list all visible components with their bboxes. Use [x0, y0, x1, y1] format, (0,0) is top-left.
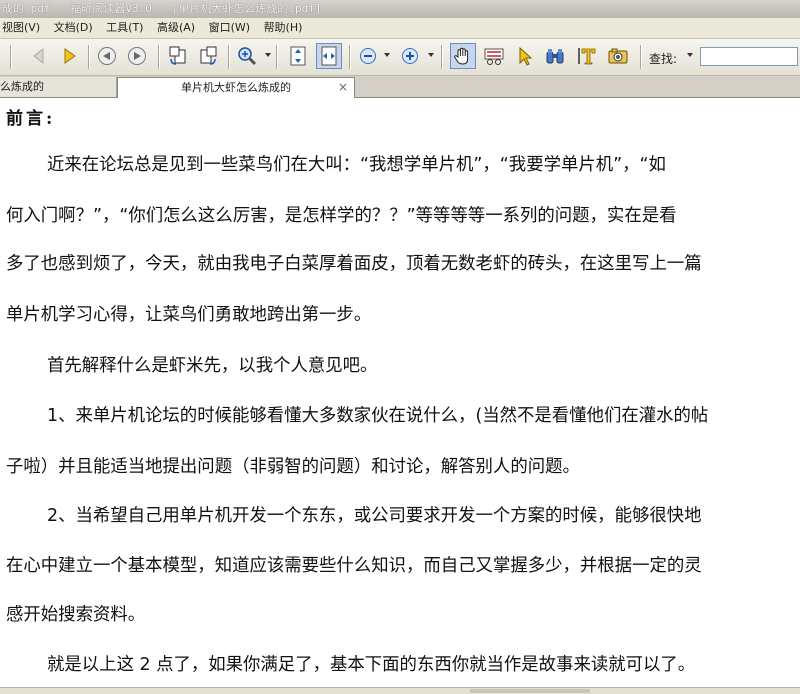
- menu-document[interactable]: 文档(D): [54, 18, 93, 38]
- tab-current-document[interactable]: 单片机大虾怎么炼成的 ×: [117, 77, 355, 98]
- fit-width-button[interactable]: [316, 43, 342, 69]
- zoom-in-magnifier-icon: [238, 47, 257, 66]
- zoom-level-dropdown[interactable]: [384, 53, 390, 57]
- toolbar: 查找:: [0, 39, 800, 76]
- preface-heading: 前言:: [6, 109, 56, 129]
- window-title: 成的.pdf - 福昕阅读器V3.0 - [单片机大虾怎么炼成的.pdf]: [2, 2, 322, 15]
- paragraph-line: 在心中建立一个基本模型，知道应该需要些什么知识，而自己又掌握多少，并根据一定的灵: [6, 556, 702, 576]
- back-arrow-icon: [98, 47, 116, 65]
- zoom-in-dropdown[interactable]: [428, 53, 434, 57]
- find-button[interactable]: [542, 43, 568, 69]
- toolbar-separator: [276, 45, 278, 69]
- tab-label: 单片机大虾怎么炼成的: [181, 81, 291, 94]
- search-label: 查找:: [649, 52, 678, 66]
- paragraph-line: 首先解释什么是虾米先，以我个人意见吧。: [47, 356, 378, 376]
- tab-previous-document[interactable]: 么炼成的: [0, 77, 117, 97]
- toolbar-separator: [228, 45, 230, 69]
- next-page-button[interactable]: [56, 43, 82, 69]
- title-bar: 成的.pdf - 福昕阅读器V3.0 - [单片机大虾怎么炼成的.pdf]: [0, 0, 800, 18]
- paragraph-line: 多了也感到烦了，今天，就由我电子白菜厚着面皮，顶着无数老虾的砖头，在这里写上一篇: [6, 254, 702, 274]
- select-text-icon: [484, 48, 504, 65]
- binoculars-icon: [546, 49, 564, 64]
- zoom-tool-dropdown[interactable]: [265, 53, 271, 57]
- text-tool-icon: [578, 48, 596, 65]
- search-options-dropdown[interactable]: [687, 53, 693, 57]
- snapshot-select-button[interactable]: [481, 43, 507, 69]
- hand-tool-button[interactable]: [450, 43, 476, 69]
- rotate-page-right-icon: [200, 46, 217, 65]
- menu-advanced[interactable]: 高级(A): [157, 18, 195, 38]
- toolbar-separator: [441, 45, 443, 69]
- fit-page-button[interactable]: [285, 43, 311, 69]
- typewriter-button[interactable]: [574, 43, 600, 69]
- zoom-out-icon: [360, 48, 376, 64]
- rotate-right-button[interactable]: [195, 43, 221, 69]
- menu-window[interactable]: 窗口(W): [209, 18, 250, 38]
- toolbar-separator: [349, 45, 351, 69]
- toolbar-separator: [158, 45, 160, 69]
- next-page-icon: [64, 48, 76, 64]
- select-annotation-button[interactable]: [512, 43, 538, 69]
- go-forward-button[interactable]: [124, 43, 150, 69]
- menu-tools[interactable]: 工具(T): [106, 18, 143, 38]
- paragraph-line: 就是以上这 2 点了，如果你满足了，基本下面的东西你就当作是故事来读就可以了。: [47, 655, 696, 675]
- tab-label: 么炼成的: [0, 80, 44, 93]
- hand-icon: [454, 47, 469, 65]
- paragraph-line: 子啦）并且能适当地提出问题（非弱智的问题）和讨论，解答别人的问题。: [6, 457, 580, 477]
- close-tab-icon[interactable]: ×: [338, 78, 348, 97]
- document-tab-bar: 么炼成的 单片机大虾怎么炼成的 ×: [0, 76, 800, 98]
- paragraph-line: 2、当希望自己用单片机开发一个东东，或公司要求开发一个方案的时候，能够很快地: [47, 506, 702, 526]
- rotate-page-left-icon: [169, 46, 186, 65]
- paragraph-line: 1、来单片机论坛的时候能够看懂大多数家伙在说什么，(当然不是看懂他们在灌水的帖: [47, 406, 709, 426]
- pointer-arrow-icon: [519, 46, 533, 66]
- scrollbar-thumb[interactable]: [470, 689, 590, 693]
- camera-icon: [608, 48, 628, 64]
- snapshot-button[interactable]: [605, 43, 631, 69]
- fit-page-icon: [290, 46, 306, 66]
- first-page-icon: [33, 47, 44, 65]
- go-back-button[interactable]: [94, 43, 120, 69]
- paragraph-line: 近来在论坛总是见到一些菜鸟们在大叫：“我想学单片机”，“我要学单片机”，“如: [47, 155, 666, 175]
- toolbar-separator: [88, 45, 90, 69]
- zoom-out-button[interactable]: [355, 43, 381, 69]
- rotate-left-button[interactable]: [165, 43, 191, 69]
- zoom-tool-button[interactable]: [234, 43, 260, 69]
- document-page[interactable]: 前言: 近来在论坛总是见到一些菜鸟们在大叫：“我想学单片机”，“我要学单片机”，…: [0, 98, 800, 693]
- paragraph-line: 何入门啊？”，“你们怎么这么厉害，是怎样学的？？”等等等等一系列的问题，实在是看: [6, 206, 677, 226]
- paragraph-line: 单片机学习心得，让菜鸟们勇敢地跨出第一步。: [6, 305, 372, 325]
- menu-view[interactable]: 视图(V): [2, 18, 40, 38]
- first-page-button[interactable]: [26, 43, 52, 69]
- zoom-in-icon: [402, 48, 418, 64]
- forward-arrow-icon: [128, 47, 146, 65]
- menu-help[interactable]: 帮助(H): [264, 18, 303, 38]
- search-input[interactable]: [700, 47, 798, 66]
- toolbar-separator: [640, 45, 642, 69]
- menu-bar: 视图(V) 文档(D) 工具(T) 高级(A) 窗口(W) 帮助(H): [0, 18, 800, 39]
- toolbar-separator: [10, 45, 12, 69]
- fit-width-icon: [321, 46, 337, 66]
- paragraph-line: 感开始搜索资料。: [6, 605, 146, 625]
- zoom-in-button[interactable]: [397, 43, 423, 69]
